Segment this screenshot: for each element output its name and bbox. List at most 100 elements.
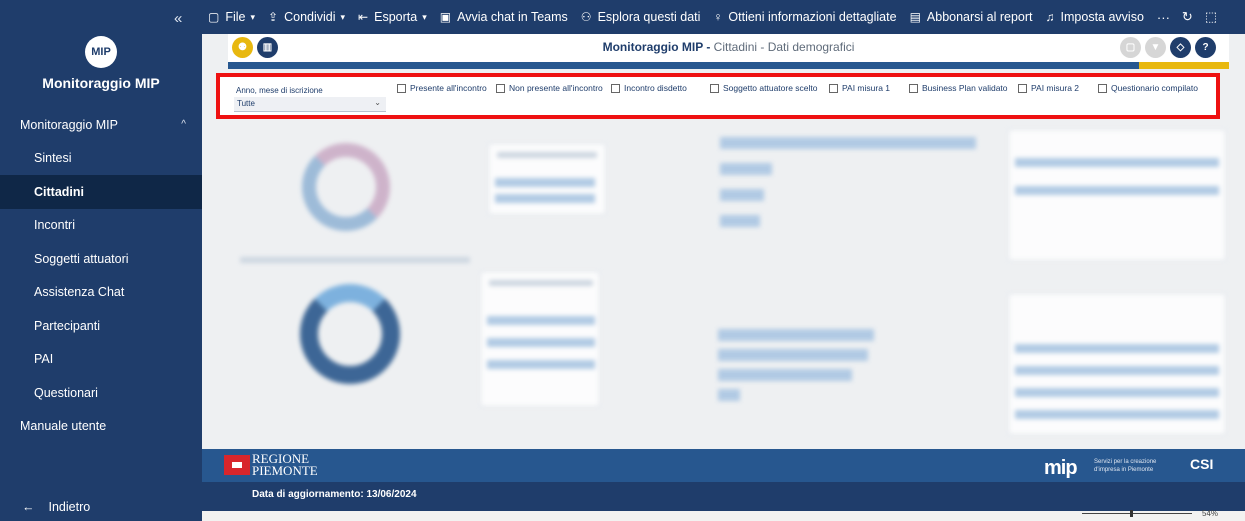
bookmark-icon[interactable]: ⬚: [1205, 9, 1217, 25]
checkbox-presente-incontro[interactable]: Presente all'incontro: [397, 83, 487, 93]
summary-table-2: [480, 271, 600, 407]
subscribe-button[interactable]: ▤ Abbonarsi al report: [910, 10, 1033, 24]
checkbox-box[interactable]: [397, 83, 406, 93]
chevron-down-icon: ▾: [422, 11, 427, 22]
file-icon: ▢: [208, 10, 220, 24]
checkbox-non-presente-incontro[interactable]: Non presente all'incontro: [496, 83, 603, 93]
nav-item-incontri[interactable]: Incontri: [0, 209, 202, 243]
nav-item-manuale-utente[interactable]: Manuale utente: [0, 410, 202, 444]
app-logo-text: MIP: [91, 46, 111, 58]
lightbulb-icon: ♀: [713, 10, 723, 24]
nav-item-questionari[interactable]: Questionari: [0, 376, 202, 410]
chart-bar: [720, 189, 764, 201]
report-title: Monitoraggio MIP - Cittadini - Dati demo…: [228, 40, 1229, 54]
checkbox-label: Business Plan validato: [922, 83, 1008, 93]
checkbox-box[interactable]: [829, 83, 838, 93]
back-label: Indietro: [48, 499, 91, 514]
checkbox-label: Non presente all'incontro: [509, 83, 603, 93]
checkbox-business-plan-validato[interactable]: Business Plan validato: [909, 83, 1008, 93]
nav-item-label: Assistenza Chat: [34, 285, 125, 300]
period-filter-select[interactable]: Tutte ⌄: [234, 97, 386, 112]
checkbox-box[interactable]: [710, 83, 719, 93]
subscribe-label: Abbonarsi al report: [926, 10, 1033, 24]
header-stripe: [228, 62, 1229, 69]
nav-item-soggetti-attuatori[interactable]: Soggetti attuatori: [0, 242, 202, 276]
document-icon[interactable]: ▢: [1120, 37, 1141, 58]
csi-logo: CSI: [1190, 456, 1214, 472]
file-menu[interactable]: ▢ File ▾: [208, 10, 255, 24]
table-header: [489, 280, 593, 286]
help-icon[interactable]: ?: [1195, 37, 1216, 58]
report-title-main: Monitoraggio MIP -: [602, 40, 711, 54]
nav-item-sintesi[interactable]: Sintesi: [0, 142, 202, 176]
chart-bar: [718, 349, 868, 361]
period-filter-label: Anno, mese di iscrizione: [236, 86, 323, 95]
file-label: File: [225, 10, 246, 24]
app-logo: MIP: [85, 36, 117, 68]
checkbox-incontro-disdetto[interactable]: Incontro disdetto: [611, 83, 687, 93]
insights-button[interactable]: ♀ Ottieni informazioni dettagliate: [713, 10, 896, 24]
collapse-nav-button[interactable]: «: [174, 10, 182, 27]
checkbox-pai-misura-2[interactable]: PAI misura 2: [1018, 83, 1079, 93]
table-bar: [1015, 344, 1219, 353]
checkbox-box[interactable]: [496, 83, 505, 93]
back-button[interactable]: ← Indietro: [0, 492, 202, 521]
nav-item-assistenza-chat[interactable]: Assistenza Chat: [0, 276, 202, 310]
gender-donut-chart: [302, 143, 390, 231]
eraser-icon[interactable]: ◇: [1170, 37, 1191, 58]
checkbox-box[interactable]: [1098, 83, 1107, 93]
nav-item-cittadini[interactable]: Cittadini: [0, 175, 202, 209]
mip-tagline-2: d'impresa in Piemonte: [1094, 467, 1154, 473]
chart-bar: [720, 215, 760, 227]
regione-piemonte-logo: REGIONE PIEMONTE: [252, 452, 318, 478]
checkbox-label: Questionario compilato: [1111, 83, 1198, 93]
teams-chat-button[interactable]: ▣ Avvia chat in Teams: [440, 10, 568, 24]
chevron-down-icon: ▾: [340, 11, 346, 22]
checkbox-label: PAI misura 1: [842, 83, 891, 93]
export-label: Esporta: [374, 10, 418, 24]
logo-line-2: PIEMONTE: [252, 463, 318, 478]
filter-icon[interactable]: ▼: [1145, 37, 1166, 58]
report-footer: REGIONE PIEMONTE Data di aggiornamento: …: [202, 449, 1245, 511]
age-donut-chart: [300, 284, 400, 384]
share-icon: ⇪: [268, 10, 279, 24]
chevron-up-icon: ^: [181, 119, 186, 131]
export-menu[interactable]: ⇤ Esporta ▾: [358, 10, 427, 24]
refresh-icon[interactable]: ↻: [1182, 9, 1193, 25]
checkbox-questionario-compilato[interactable]: Questionario compilato: [1098, 83, 1198, 93]
table-bar: [487, 316, 595, 325]
zoom-slider-thumb[interactable]: [1130, 510, 1133, 517]
checkbox-pai-misura-1[interactable]: PAI misura 1: [829, 83, 890, 93]
nav-item-label: Manuale utente: [20, 419, 107, 434]
set-alert-button[interactable]: ♫ Imposta avviso: [1046, 10, 1144, 24]
mip-logo: mip: [1044, 457, 1078, 479]
zoom-slider[interactable]: [1082, 513, 1192, 514]
checkbox-label: Presente all'incontro: [410, 83, 487, 93]
checkbox-box[interactable]: [611, 83, 620, 93]
bell-icon: ♫: [1045, 10, 1055, 24]
share-menu[interactable]: ⇪ Condividi ▾: [268, 10, 345, 24]
explore-data-button[interactable]: ⚇ Esplora questi dati: [581, 10, 701, 24]
arrow-left-icon: ←: [22, 499, 35, 514]
chart-bar: [720, 137, 976, 149]
nav-item-monitoraggio-mip[interactable]: Monitoraggio MIP ^: [0, 108, 202, 142]
checkbox-soggetto-attuatore-scelto[interactable]: Soggetto attuatore scelto: [710, 83, 818, 93]
mip-tagline-1: Servizi per la creazione: [1094, 459, 1157, 465]
table-bar: [495, 178, 595, 187]
share-label: Condividi: [284, 10, 336, 24]
checkbox-box[interactable]: [1018, 83, 1027, 93]
checkbox-box[interactable]: [909, 83, 918, 93]
chart-bar: [718, 369, 852, 381]
left-navigation: « MIP Monitoraggio MIP Monitoraggio MIP …: [0, 0, 202, 521]
nav-item-label: Sintesi: [34, 151, 72, 166]
alert-label: Imposta avviso: [1060, 10, 1144, 24]
explore-icon: ⚇: [580, 10, 592, 24]
update-date: Data di aggiornamento: 13/06/2024: [252, 489, 417, 500]
nav-item-pai[interactable]: PAI: [0, 343, 202, 377]
chevron-down-icon: ▾: [250, 11, 256, 22]
table-bar: [1015, 366, 1219, 375]
more-options-button[interactable]: ···: [1157, 10, 1170, 25]
nav-item-label: Incontri: [34, 218, 75, 233]
nav-item-partecipanti[interactable]: Partecipanti: [0, 309, 202, 343]
insights-label: Ottieni informazioni dettagliate: [728, 10, 897, 24]
